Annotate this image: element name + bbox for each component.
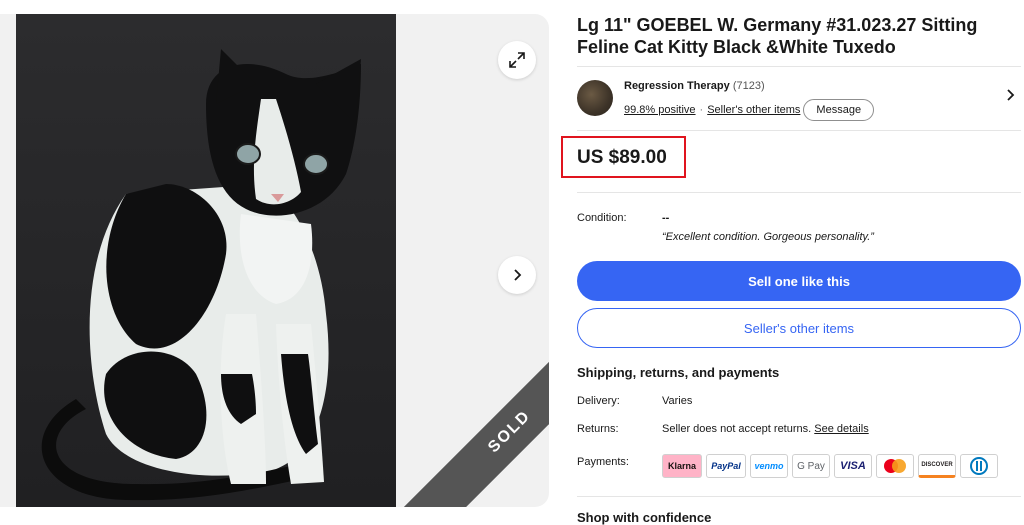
venmo-icon: venmo: [750, 454, 788, 478]
delivery-label: Delivery:: [577, 395, 620, 407]
divider: [577, 130, 1021, 131]
sold-ribbon: SOLD: [402, 324, 549, 507]
shop-with-confidence-heading: Shop with confidence: [577, 510, 712, 525]
divider: [577, 66, 1021, 67]
expand-image-button[interactable]: [498, 41, 536, 79]
cat-figurine-image: [41, 49, 361, 501]
visa-icon: VISA: [834, 454, 872, 478]
item-details-panel: Lg 11" GOEBEL W. Germany #31.023.27 Sitt…: [561, 0, 1024, 525]
message-button[interactable]: Message: [803, 99, 875, 121]
condition-value: --: [662, 212, 670, 224]
product-photo[interactable]: [16, 14, 396, 507]
sold-label: SOLD: [485, 407, 535, 457]
seller-links: 99.8% positive · Seller's other items Me…: [624, 99, 875, 121]
payment-methods: Klarna PayPal venmo G Pay VISA DISCOVER: [662, 454, 998, 478]
seller-other-items-link[interactable]: Seller's other items: [707, 104, 800, 116]
seller-feedback-count: (7123): [732, 80, 765, 92]
returns-label: Returns:: [577, 423, 619, 435]
seller-avatar[interactable]: [577, 80, 613, 116]
payments-label: Payments:: [577, 456, 629, 468]
klarna-icon: Klarna: [662, 454, 702, 478]
google-pay-icon: G Pay: [792, 454, 830, 478]
next-image-button[interactable]: [498, 256, 536, 294]
image-gallery: SOLD: [0, 14, 549, 507]
condition-label: Condition:: [577, 212, 627, 224]
diners-club-logo: [970, 457, 988, 475]
expand-icon: [509, 52, 525, 68]
seller-positive-link[interactable]: 99.8% positive: [624, 104, 696, 116]
returns-see-details-link[interactable]: See details: [814, 423, 868, 435]
divider: [577, 192, 1021, 193]
condition-description: “Excellent condition. Gorgeous personali…: [662, 231, 874, 243]
chevron-right-icon[interactable]: [1003, 88, 1017, 102]
mastercard-icon: [876, 454, 914, 478]
seller-name-line: Regression Therapy (7123): [624, 80, 765, 92]
returns-value: Seller does not accept returns. See deta…: [662, 423, 869, 435]
separator: ·: [699, 104, 704, 116]
paypal-icon: PayPal: [706, 454, 746, 478]
item-price: US $89.00: [577, 147, 667, 168]
seller-card[interactable]: Regression Therapy (7123) 99.8% positive…: [577, 78, 1021, 121]
item-title: Lg 11" GOEBEL W. Germany #31.023.27 Sitt…: [577, 15, 978, 57]
divider: [577, 496, 1021, 497]
returns-text: Seller does not accept returns.: [662, 423, 812, 435]
seller-name[interactable]: Regression Therapy: [624, 80, 730, 92]
shipping-heading: Shipping, returns, and payments: [577, 365, 780, 380]
diners-club-icon: [960, 454, 998, 478]
discover-icon: DISCOVER: [918, 454, 956, 478]
delivery-value: Varies: [662, 395, 693, 407]
sellers-other-items-button[interactable]: Seller's other items: [577, 308, 1021, 348]
chevron-right-icon: [514, 269, 522, 281]
sell-one-like-this-button[interactable]: Sell one like this: [577, 261, 1021, 301]
mastercard-circles: [884, 459, 906, 473]
